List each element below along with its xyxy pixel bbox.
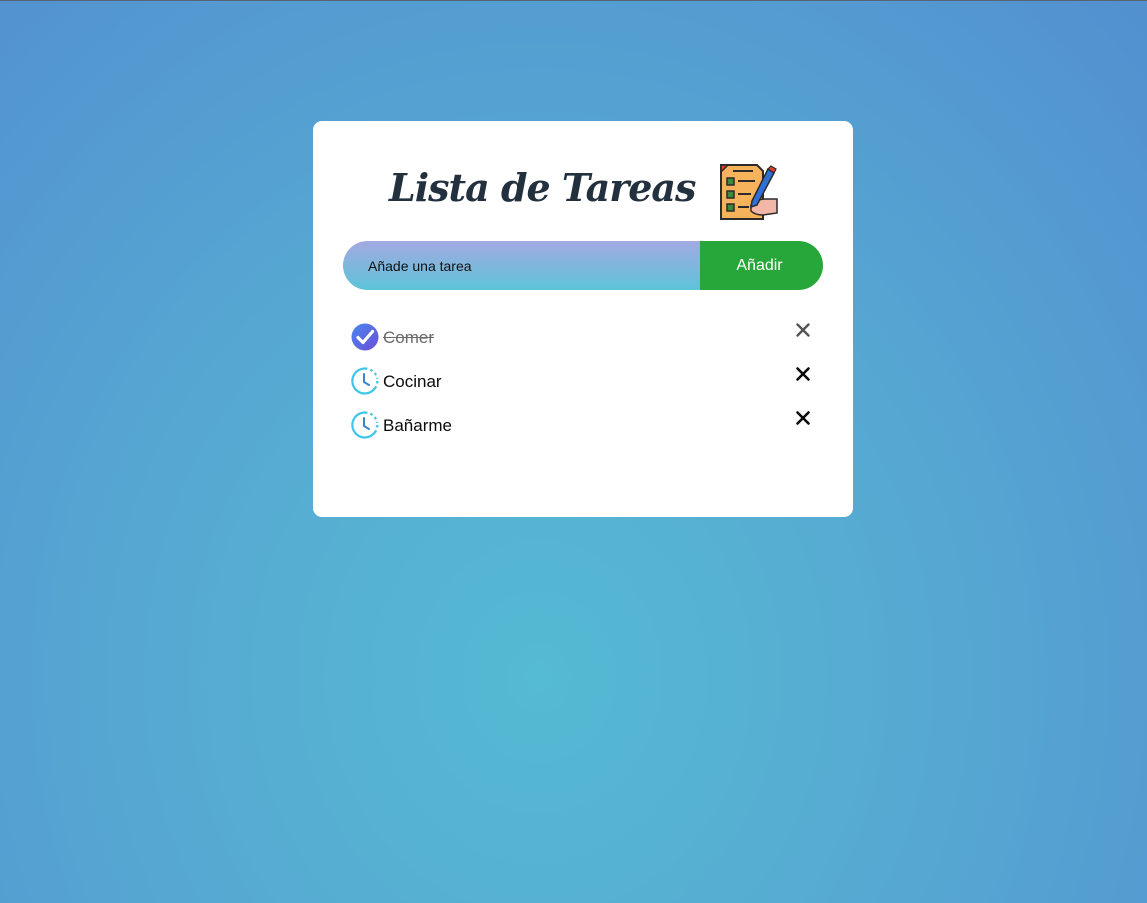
delete-task-button[interactable] xyxy=(794,321,812,339)
task-list: Comer Cocinar Bañarme xyxy=(351,321,815,453)
page-title: Lista de Tareas xyxy=(389,165,696,210)
task-text: Bañarme xyxy=(383,416,452,435)
close-icon xyxy=(796,367,810,381)
checklist-clipboard-pencil-icon xyxy=(720,164,778,220)
pending-clock-icon[interactable] xyxy=(351,411,379,439)
close-icon xyxy=(796,411,810,425)
checked-circle-icon[interactable] xyxy=(351,323,379,351)
delete-task-button[interactable] xyxy=(794,409,812,427)
task-item: Cocinar xyxy=(351,365,815,409)
task-input[interactable] xyxy=(343,241,700,290)
task-text: Cocinar xyxy=(383,372,442,391)
add-task-bar: Añadir xyxy=(343,241,823,290)
delete-task-button[interactable] xyxy=(794,365,812,383)
todo-card: Lista de Tareas Añadir xyxy=(313,121,853,517)
close-icon xyxy=(796,323,810,337)
task-item: Comer xyxy=(351,321,815,365)
task-text: Comer xyxy=(383,328,435,347)
add-button[interactable]: Añadir xyxy=(700,241,823,290)
pending-clock-icon[interactable] xyxy=(351,367,379,395)
task-item: Bañarme xyxy=(351,409,815,453)
